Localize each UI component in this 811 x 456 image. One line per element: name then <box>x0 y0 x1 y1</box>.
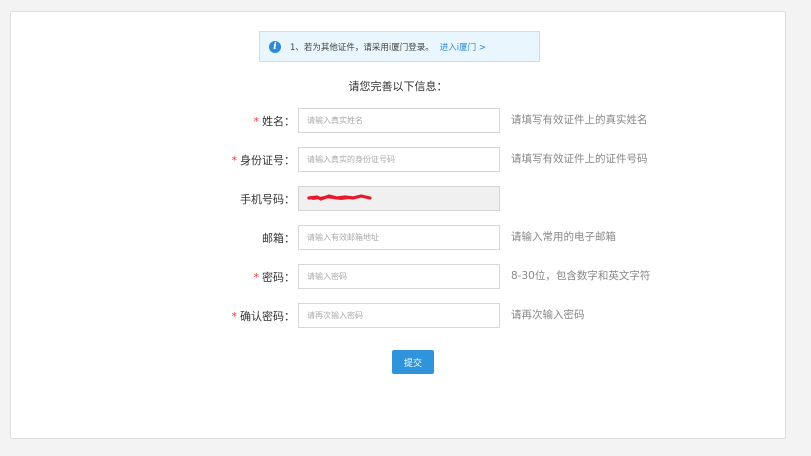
notice-text: 1、若为其他证件，请采用i厦门登录。 <box>290 42 434 53</box>
password-input[interactable] <box>298 264 500 289</box>
phone-row: 手机号码： <box>11 186 785 212</box>
email-hint: 请输入常用的电子邮箱 <box>511 231 616 243</box>
id-number-label: * 身份证号： <box>11 152 296 168</box>
email-label-text: 邮箱： <box>262 232 295 245</box>
password-label-text: 密码： <box>262 271 295 284</box>
confirm-password-input[interactable] <box>298 303 500 328</box>
ixiamen-link[interactable]: 进入i厦门 > <box>440 41 486 53</box>
name-label: * 姓名： <box>11 113 296 129</box>
id-number-row: *身份证号： 请填写有效证件上的证件号码 <box>11 147 785 173</box>
submit-button[interactable]: 提交 <box>392 350 434 374</box>
email-label: 邮箱： <box>11 230 295 246</box>
required-marker: * <box>253 271 260 284</box>
confirm-password-hint: 请再次输入密码 <box>511 309 585 321</box>
confirm-password-row: * 确认密码： 请再次输入密码 <box>11 303 785 329</box>
registration-card: i 1、若为其他证件，请采用i厦门登录。 进入i厦门 > 请您完善以下信息： *… <box>10 11 786 439</box>
name-label-text: 姓名： <box>262 115 295 128</box>
password-hint: 8-30位，包含数字和英文字符 <box>511 270 651 282</box>
id-number-input[interactable] <box>298 147 500 172</box>
required-marker: * <box>231 154 238 167</box>
password-row: * 密码： 8-30位，包含数字和英文字符 <box>11 264 785 290</box>
password-label: * 密码： <box>11 269 296 285</box>
notice-banner: i 1、若为其他证件，请采用i厦门登录。 进入i厦门 > <box>259 31 540 62</box>
id-number-label-text: 身份证号： <box>240 154 295 167</box>
form-heading: 请您完善以下信息： <box>348 80 448 93</box>
name-row: *姓名： 请填写有效证件上的真实姓名 <box>11 108 785 134</box>
name-input[interactable] <box>298 108 500 133</box>
phone-label: 手机号码： <box>11 191 295 207</box>
name-hint: 请填写有效证件上的真实姓名 <box>511 114 648 126</box>
confirm-password-label: * 确认密码： <box>11 308 296 324</box>
required-marker: * <box>231 310 238 323</box>
confirm-password-label-text: 确认密码： <box>240 310 295 323</box>
info-icon: i <box>269 40 281 53</box>
required-marker: * <box>253 115 260 128</box>
phone-input <box>298 186 500 211</box>
id-number-hint: 请填写有效证件上的证件号码 <box>511 153 648 165</box>
email-input[interactable] <box>298 225 500 250</box>
phone-label-text: 手机号码： <box>240 193 295 206</box>
email-row: 邮箱： 请输入常用的电子邮箱 <box>11 225 785 251</box>
